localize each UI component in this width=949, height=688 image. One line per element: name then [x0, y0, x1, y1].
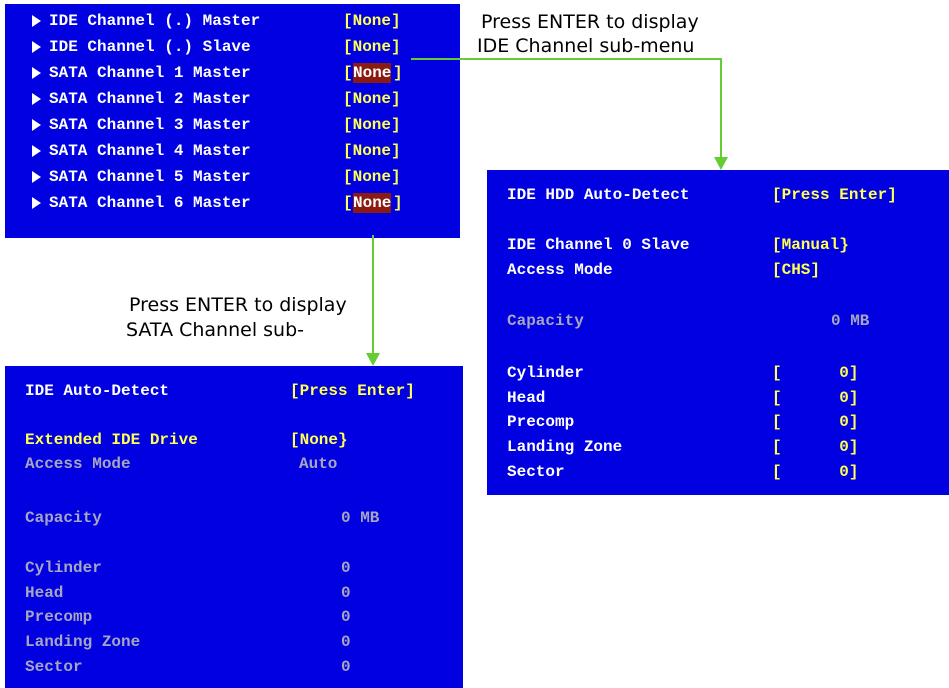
- sata-connector-arrowhead-icon: [366, 353, 380, 366]
- ide-connector-arrowhead-icon: [714, 157, 728, 170]
- connector-lines: [366, 58, 728, 366]
- ide-connector-line: [411, 58, 722, 160]
